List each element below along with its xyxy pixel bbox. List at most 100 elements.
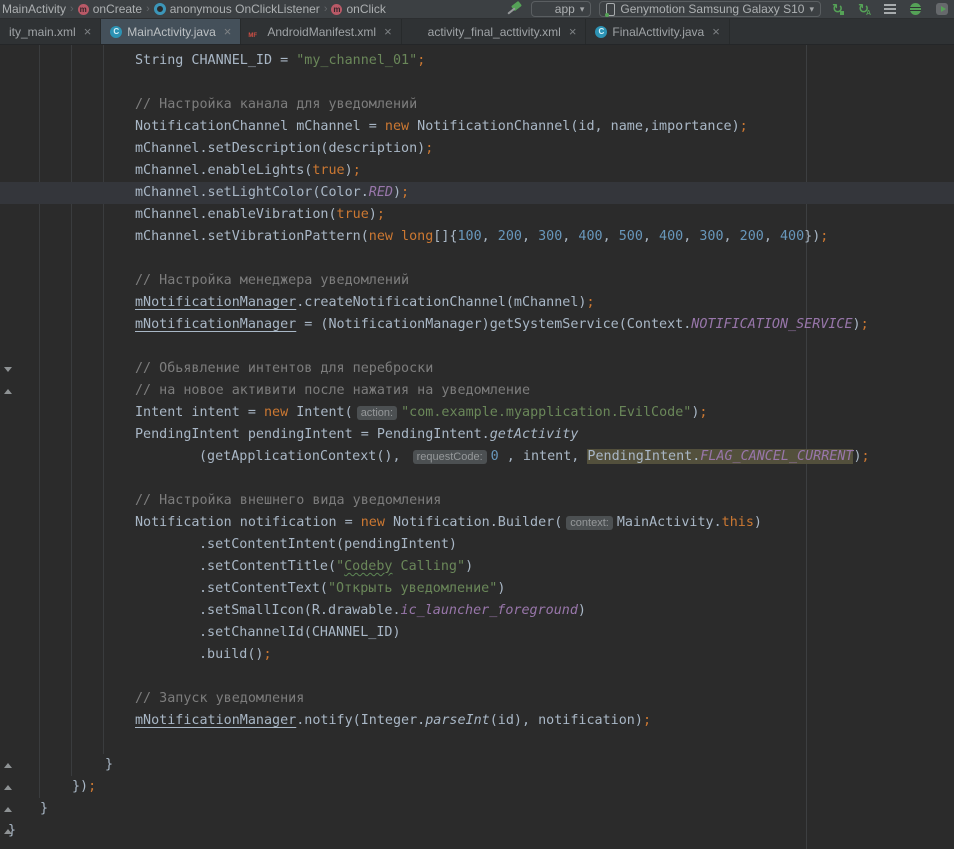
code-line[interactable]: mChannel.enableVibration(true); <box>0 204 954 226</box>
code-token: // Настройка внешнего вида уведомления <box>135 493 441 508</box>
code-token: ; <box>740 119 748 134</box>
device-select[interactable]: Genymotion Samsung Galaxy S10 ▾ <box>599 1 821 17</box>
parameter-hint: action: <box>357 406 397 420</box>
breadcrumb-item-oncreate[interactable]: monCreate <box>78 2 142 16</box>
breadcrumb-label: anonymous OnClickListener <box>170 2 320 16</box>
code-line[interactable]: NotificationChannel mChannel = new Notif… <box>0 116 954 138</box>
code-token: mNotificationManager <box>135 317 296 332</box>
code-line[interactable]: .setContentTitle("Codeby Calling") <box>0 556 954 578</box>
fold-marker-icon[interactable] <box>4 389 12 394</box>
toolbar-action-icons: ↻ ↻A <box>829 1 950 17</box>
close-icon[interactable]: × <box>712 25 720 38</box>
fold-marker-icon[interactable] <box>4 807 12 812</box>
code-line[interactable] <box>0 336 954 358</box>
code-line[interactable]: .setContentText("Открыть уведомление") <box>0 578 954 600</box>
breadcrumb-label: onClick <box>346 2 385 16</box>
tab-ity-main-xml[interactable]: ity_main.xml× <box>0 19 101 44</box>
code-line[interactable]: // Настройка канала для уведомлений <box>0 94 954 116</box>
tab-mainactivity-java[interactable]: CMainActivity.java× <box>101 19 241 44</box>
code-token <box>393 229 401 244</box>
code-line[interactable]: mChannel.setVibrationPattern(new long[]{… <box>0 226 954 248</box>
fold-marker-icon[interactable] <box>4 785 12 790</box>
editor[interactable]: String CHANNEL_ID = "my_channel_01"; // … <box>0 45 954 849</box>
breadcrumb-item-anonymous-onclicklistener[interactable]: anonymous OnClickListener <box>154 2 320 16</box>
code-token: , <box>482 229 498 244</box>
code-line[interactable]: .setChannelId(CHANNEL_ID) <box>0 622 954 644</box>
code-token: Intent intent = <box>135 405 264 420</box>
method-icon: m <box>331 4 342 15</box>
code-line[interactable] <box>0 732 954 754</box>
code-token: .setChannelId(CHANNEL_ID) <box>199 625 401 640</box>
code-line[interactable]: mNotificationManager.notify(Integer.pars… <box>0 710 954 732</box>
attach-profiler-icon[interactable] <box>933 1 950 17</box>
code-line[interactable]: } <box>0 820 954 842</box>
code-line[interactable]: // Настройка менеджера уведомлений <box>0 270 954 292</box>
code-line[interactable]: Notification notification = new Notifica… <box>0 512 954 534</box>
code-line[interactable]: mChannel.setLightColor(Color.RED); <box>0 182 954 204</box>
fold-marker-icon[interactable] <box>4 763 12 768</box>
breadcrumb-label: MainActivity <box>2 2 66 16</box>
code-token: Codeby <box>344 559 392 574</box>
code-line[interactable]: PendingIntent pendingIntent = PendingInt… <box>0 424 954 446</box>
code-token: PendingIntent pendingIntent = PendingInt… <box>135 427 490 442</box>
code-token: []{ <box>433 229 457 244</box>
code-line[interactable] <box>0 666 954 688</box>
code-area[interactable]: String CHANNEL_ID = "my_channel_01"; // … <box>0 45 954 842</box>
manifest-file-icon: MF <box>250 26 262 37</box>
code-line[interactable]: mNotificationManager = (NotificationMana… <box>0 314 954 336</box>
code-line[interactable]: // на новое активити после нажатия на ув… <box>0 380 954 402</box>
code-line[interactable]: }); <box>0 776 954 798</box>
code-line[interactable]: } <box>0 754 954 776</box>
code-token: ; <box>643 713 651 728</box>
parameter-hint: context: <box>566 516 613 530</box>
fold-marker-icon[interactable] <box>4 367 12 372</box>
apply-code-changes-icon[interactable]: ↻A <box>855 1 872 17</box>
code-line[interactable]: } <box>0 798 954 820</box>
code-line[interactable]: // Настройка внешнего вида уведомления <box>0 490 954 512</box>
code-token: // Обьявление интентов для переброски <box>135 361 433 376</box>
code-token: (id), notification) <box>490 713 643 728</box>
code-token: Notification notification = <box>135 515 361 530</box>
tab-activity-final-acttivity-xml[interactable]: activity_final_acttivity.xml × <box>402 19 587 44</box>
close-icon[interactable]: × <box>224 25 232 38</box>
code-token: mChannel.setLightColor(Color. <box>135 185 369 200</box>
code-token: true <box>312 163 344 178</box>
breadcrumb-item-mainactivity[interactable]: MainActivity <box>2 2 66 16</box>
build-hammer-icon[interactable] <box>507 2 523 17</box>
code-line[interactable]: mChannel.setDescription(description); <box>0 138 954 160</box>
code-line[interactable] <box>0 468 954 490</box>
code-line[interactable]: // Запуск уведомления <box>0 688 954 710</box>
breadcrumb-separator: › <box>324 3 328 15</box>
code-line[interactable] <box>0 72 954 94</box>
code-token: 400 <box>578 229 602 244</box>
code-line[interactable]: mNotificationManager.createNotificationC… <box>0 292 954 314</box>
code-line[interactable]: // Обьявление интентов для переброски <box>0 358 954 380</box>
code-line[interactable]: .setContentIntent(pendingIntent) <box>0 534 954 556</box>
code-token: .createNotificationChannel(mChannel) <box>296 295 586 310</box>
fold-marker-icon[interactable] <box>4 829 12 834</box>
code-line[interactable]: .setSmallIcon(R.drawable.ic_launcher_for… <box>0 600 954 622</box>
run-config-select[interactable]: app ▾ <box>531 1 592 17</box>
code-line[interactable]: mChannel.enableLights(true); <box>0 160 954 182</box>
parameter-hint: requestCode: <box>413 450 487 464</box>
close-icon[interactable]: × <box>384 25 392 38</box>
debug-icon[interactable] <box>907 1 924 17</box>
code-token: , <box>562 229 578 244</box>
code-line[interactable]: .build(); <box>0 644 954 666</box>
android-xml-file-icon <box>411 26 423 37</box>
code-line[interactable]: Intent intent = new Intent(action:"com.e… <box>0 402 954 424</box>
apply-changes-restart-icon[interactable]: ↻ <box>829 1 846 17</box>
breadcrumb-item-onclick[interactable]: m onClick <box>331 2 385 16</box>
code-token: // Запуск уведомления <box>135 691 304 706</box>
code-line[interactable] <box>0 248 954 270</box>
run-configurations-icon[interactable] <box>881 1 898 17</box>
tab-androidmanifest-xml[interactable]: MFAndroidManifest.xml× <box>241 19 401 44</box>
tab-finalacttivity-java[interactable]: CFinalActtivity.java× <box>586 19 729 44</box>
code-token: .setContentTitle( <box>199 559 336 574</box>
close-icon[interactable]: × <box>84 25 92 38</box>
close-icon[interactable]: × <box>569 25 577 38</box>
tab-label: activity_final_acttivity.xml <box>428 25 561 39</box>
code-line[interactable]: (getApplicationContext(), requestCode:0 … <box>0 446 954 468</box>
code-token: = (NotificationManager)getSystemService(… <box>296 317 691 332</box>
code-line[interactable]: String CHANNEL_ID = "my_channel_01"; <box>0 50 954 72</box>
